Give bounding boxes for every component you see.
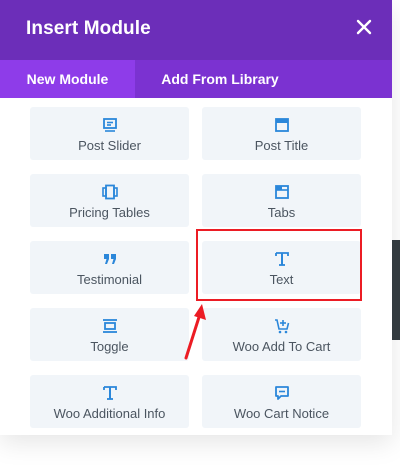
close-icon[interactable] bbox=[354, 17, 374, 37]
module-woo-additional-info[interactable]: Woo Additional Info bbox=[30, 375, 189, 428]
tab-add-from-library[interactable]: Add From Library bbox=[135, 60, 305, 98]
text-icon bbox=[102, 385, 118, 401]
module-label: Post Slider bbox=[78, 138, 141, 153]
module-tabs: New Module Add From Library bbox=[0, 60, 392, 98]
module-label: Toggle bbox=[90, 339, 129, 354]
modal-header: Insert Module bbox=[0, 0, 392, 60]
module-tabs[interactable]: Tabs bbox=[202, 174, 361, 227]
module-label: Testimonial bbox=[76, 272, 143, 287]
module-pricing-tables[interactable]: Pricing Tables bbox=[30, 174, 189, 227]
text-icon bbox=[274, 251, 290, 267]
tabs-icon bbox=[274, 184, 290, 200]
module-label: Text bbox=[269, 272, 294, 287]
module-label: Woo Additional Info bbox=[53, 406, 166, 421]
scrollbar-thumb[interactable] bbox=[392, 240, 400, 340]
tab-new-module[interactable]: New Module bbox=[0, 60, 135, 98]
module-woo-cart-notice[interactable]: Woo Cart Notice bbox=[202, 375, 361, 428]
module-text[interactable]: Text bbox=[202, 241, 361, 294]
toggle-icon bbox=[102, 318, 118, 334]
module-woo-add-to-cart[interactable]: Woo Add To Cart bbox=[202, 308, 361, 361]
cart-notice-icon bbox=[274, 385, 290, 401]
module-post-slider[interactable]: Post Slider bbox=[30, 107, 189, 160]
module-label: Pricing Tables bbox=[69, 205, 150, 220]
module-label: Tabs bbox=[267, 205, 296, 220]
module-label: Woo Cart Notice bbox=[233, 406, 330, 421]
module-testimonial[interactable]: Testimonial bbox=[30, 241, 189, 294]
post-title-icon bbox=[274, 117, 290, 133]
module-grid: Post Slider Post Title Pricing Tables Ta… bbox=[0, 98, 392, 435]
testimonial-icon bbox=[102, 251, 118, 267]
module-label: Post Title bbox=[254, 138, 309, 153]
post-slider-icon bbox=[102, 117, 118, 133]
modal-title: Insert Module bbox=[26, 18, 151, 39]
module-label: Woo Add To Cart bbox=[232, 339, 331, 354]
module-toggle[interactable]: Toggle bbox=[30, 308, 189, 361]
pricing-tables-icon bbox=[101, 184, 118, 200]
add-to-cart-icon bbox=[274, 318, 290, 334]
module-post-title[interactable]: Post Title bbox=[202, 107, 361, 160]
insert-module-modal: Insert Module New Module Add From Librar… bbox=[0, 0, 392, 435]
